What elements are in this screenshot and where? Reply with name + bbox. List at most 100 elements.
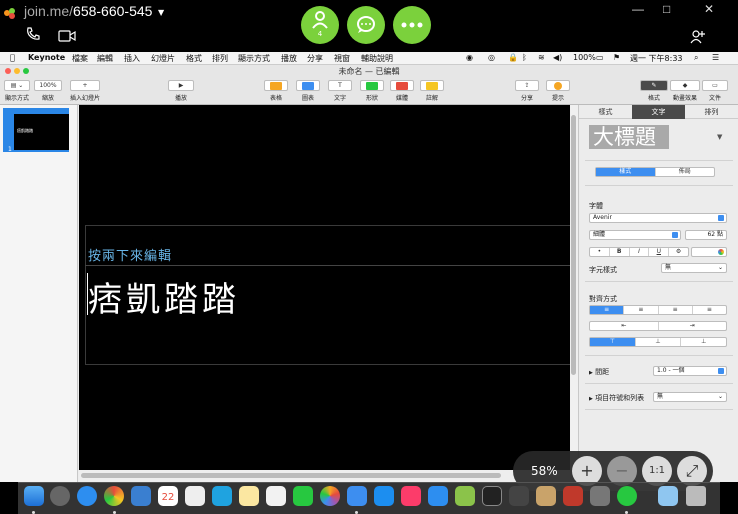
- decrease-indent-button[interactable]: ⇤: [590, 322, 659, 330]
- chevron-down-icon[interactable]: ▼: [717, 133, 722, 141]
- edit-hint[interactable]: 按兩下來編輯: [88, 245, 172, 264]
- gear-button[interactable]: ⚙: [669, 248, 688, 256]
- menu-insert[interactable]: 插入: [124, 53, 140, 64]
- network-icon[interactable]: [590, 486, 610, 506]
- format-button[interactable]: ✎ 格式: [640, 80, 668, 102]
- valign-bottom-button[interactable]: ⊥: [681, 338, 726, 346]
- launchpad-icon[interactable]: [50, 486, 70, 506]
- zoom-select[interactable]: 100% 縮放: [34, 80, 62, 102]
- video-icon[interactable]: [58, 30, 76, 46]
- keynote-app-icon[interactable]: [428, 486, 448, 506]
- maximize-button[interactable]: □: [663, 2, 670, 16]
- keynote-dock-icon[interactable]: [347, 486, 367, 506]
- menu-help[interactable]: 輔助說明: [361, 53, 393, 64]
- menubar-clock[interactable]: 週一 下午8:33: [630, 53, 683, 64]
- subtab-style[interactable]: 樣式: [596, 168, 656, 176]
- preview-icon[interactable]: [131, 486, 151, 506]
- slide-canvas[interactable]: 按兩下來編輯 痞凱踏踏: [79, 105, 570, 482]
- meeting-url[interactable]: join.me/658-660-545: [24, 3, 152, 19]
- menu-file[interactable]: 檔案: [72, 53, 88, 64]
- italic-button[interactable]: I: [630, 248, 650, 256]
- shape-button[interactable]: 形狀: [360, 80, 384, 102]
- bullet-button[interactable]: •: [590, 248, 610, 256]
- scrollbar-thumb[interactable]: [81, 473, 501, 478]
- status-icon-2[interactable]: ◎: [488, 53, 495, 62]
- slide-title[interactable]: 痞凱踏踏: [88, 272, 240, 321]
- media-button[interactable]: 媒體: [390, 80, 414, 102]
- share-button[interactable]: ⇪ 分享: [515, 80, 539, 102]
- lock-icon[interactable]: 🔒: [508, 53, 518, 62]
- notes-icon[interactable]: [239, 486, 259, 506]
- view-button[interactable]: ▤ ⌄ 顯示方式: [4, 80, 30, 102]
- spotlight-icon[interactable]: ⌕: [694, 53, 698, 63]
- increase-indent-button[interactable]: ⇥: [659, 322, 727, 330]
- align-left-button[interactable]: ≡: [590, 306, 625, 314]
- tips-button[interactable]: 提示: [546, 80, 570, 102]
- add-user-icon[interactable]: [690, 29, 706, 49]
- photos-icon[interactable]: [320, 486, 340, 506]
- bluetooth-icon[interactable]: ᛒ: [522, 53, 527, 62]
- textedit-icon[interactable]: [266, 486, 286, 506]
- menu-share[interactable]: 分享: [307, 53, 323, 64]
- scrollbar-thumb[interactable]: [571, 115, 576, 375]
- participants-button[interactable]: 4: [301, 6, 339, 44]
- valign-top-button[interactable]: ⊤: [590, 338, 636, 346]
- tab-text[interactable]: 文字: [632, 105, 685, 119]
- vertical-scrollbar[interactable]: [570, 105, 578, 482]
- apple-icon[interactable]: : [10, 53, 15, 62]
- more-button[interactable]: [393, 6, 431, 44]
- notification-icon[interactable]: ☰: [712, 53, 719, 62]
- tab-style[interactable]: 樣式: [579, 105, 632, 119]
- menu-edit[interactable]: 編輯: [97, 53, 113, 64]
- volume-icon[interactable]: ◀): [553, 53, 562, 62]
- play-button[interactable]: ▶ 播放: [168, 80, 194, 102]
- underline-button[interactable]: U: [649, 248, 670, 256]
- trash-icon[interactable]: [686, 486, 706, 506]
- line-icon[interactable]: [293, 486, 313, 506]
- close-button[interactable]: ✕: [704, 2, 714, 16]
- font-size-input[interactable]: 62 點: [685, 230, 727, 240]
- tab-arrange[interactable]: 排列: [685, 105, 738, 119]
- script-icon[interactable]: [509, 486, 529, 506]
- align-center-button[interactable]: ≡: [624, 306, 659, 314]
- safari-icon[interactable]: [77, 486, 97, 506]
- char-style-select[interactable]: 無 ⌄: [661, 263, 727, 273]
- kk-app-icon[interactable]: [212, 486, 232, 506]
- chevron-down-icon[interactable]: ▼: [158, 8, 164, 17]
- spacing-select[interactable]: 1.0 - 一個: [653, 366, 727, 376]
- horizontal-scrollbar[interactable]: [79, 470, 570, 482]
- document-title[interactable]: 未命名 — 已編輯: [0, 66, 738, 77]
- folder-icon[interactable]: [658, 486, 678, 506]
- battery-icon[interactable]: ▭: [596, 53, 604, 62]
- photos-app-icon[interactable]: [185, 486, 205, 506]
- bullets-select[interactable]: 無 ⌄: [653, 392, 727, 402]
- menu-window[interactable]: 視窗: [334, 53, 350, 64]
- android-studio-icon[interactable]: [455, 486, 475, 506]
- align-justify-button[interactable]: ≡: [693, 306, 726, 314]
- font-family-select[interactable]: Avenir: [589, 213, 727, 223]
- filezilla-icon[interactable]: [563, 486, 583, 506]
- bullets-section[interactable]: ▶ 項目符號和列表: [589, 393, 644, 403]
- chrome-icon[interactable]: [104, 486, 124, 506]
- phone-icon[interactable]: [26, 27, 40, 45]
- add-slide-button[interactable]: + 插入幻燈片: [70, 80, 100, 102]
- archive-icon[interactable]: [536, 486, 556, 506]
- terminal-icon[interactable]: [482, 486, 502, 506]
- text-button[interactable]: T 文字: [328, 80, 352, 102]
- chart-button[interactable]: 圖表: [296, 80, 320, 102]
- font-weight-select[interactable]: 細體: [589, 230, 681, 240]
- menu-app[interactable]: Keynote: [28, 53, 65, 62]
- menu-play[interactable]: 播放: [281, 53, 297, 64]
- slide-thumbnail[interactable]: 痞凱踏踏 1: [3, 108, 69, 153]
- joinme-dock-icon[interactable]: [617, 486, 637, 506]
- music-icon[interactable]: [401, 486, 421, 506]
- menu-arrange[interactable]: 排列: [212, 53, 228, 64]
- bold-button[interactable]: B: [610, 248, 630, 256]
- valign-middle-button[interactable]: ⊥: [636, 338, 682, 346]
- calendar-icon[interactable]: 22: [158, 486, 178, 506]
- wifi-icon[interactable]: ≋: [538, 53, 545, 62]
- animate-button[interactable]: ◆ 動畫效果: [670, 80, 700, 102]
- menu-format[interactable]: 格式: [186, 53, 202, 64]
- comment-button[interactable]: 註解: [420, 80, 444, 102]
- chat-button[interactable]: [347, 6, 385, 44]
